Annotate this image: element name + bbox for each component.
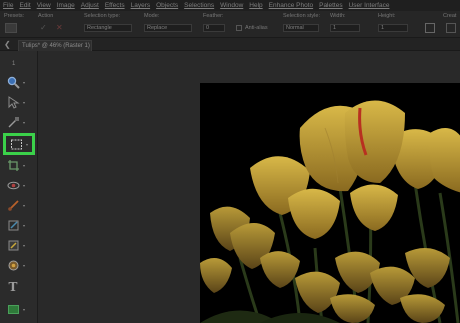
chevron-down-icon[interactable]: ▾	[23, 203, 25, 208]
chevron-down-icon[interactable]: ▾	[23, 223, 25, 228]
width-input[interactable]: 1	[330, 24, 360, 32]
tool-options-bar: Presets: Action ✓ ✕ Selection type: Rect…	[0, 11, 460, 38]
menu-bar: File Edit View Image Adjust Effects Laye…	[0, 0, 460, 11]
selection-style-label: Selection style:	[283, 13, 320, 19]
pick-tool[interactable]: ▾	[6, 94, 34, 110]
object-remover-tool[interactable]: ▾	[6, 237, 34, 253]
pick-icon	[6, 95, 20, 109]
menu-file[interactable]: File	[3, 2, 13, 9]
red-eye-tool[interactable]: ▾	[6, 177, 34, 193]
chevron-down-icon[interactable]: ▾	[23, 183, 25, 188]
zoom-icon	[6, 75, 20, 89]
toolbar-counter: 1	[12, 61, 16, 67]
tools-toolbar: 1 ▾ ▾ ▾ ▾ ▾ ▾ ▾ ▾ ▾ ▾ T ▾	[0, 51, 38, 323]
width-value: 1	[333, 25, 337, 31]
presets-label: Presets:	[4, 13, 25, 19]
dropper-tool[interactable]: ▾	[6, 114, 34, 130]
selection-icon	[9, 137, 23, 151]
menu-enhance-photo[interactable]: Enhance Photo	[269, 2, 313, 9]
text-icon: T	[8, 280, 18, 294]
menu-selections[interactable]: Selections	[184, 2, 214, 9]
selection-type-value: Rectangle	[87, 25, 112, 31]
apply-icon[interactable]: ✓	[40, 23, 47, 32]
tulips-photo-artwork	[200, 83, 460, 323]
selection-style-select[interactable]: Normal	[283, 24, 319, 32]
selection-type-select[interactable]: Rectangle	[84, 24, 132, 32]
menu-window[interactable]: Window	[220, 2, 243, 9]
selection-tool[interactable]: ▾	[3, 133, 35, 155]
dodge-icon	[6, 258, 20, 272]
chevron-down-icon[interactable]: ▾	[23, 263, 25, 268]
zoom-tool[interactable]: ▾	[6, 74, 34, 90]
menu-user-interface[interactable]: User Interface	[349, 2, 390, 9]
object-remover-icon	[6, 238, 20, 252]
menu-adjust[interactable]: Adjust	[81, 2, 99, 9]
height-input[interactable]: 1	[378, 24, 408, 32]
selection-type-label: Selection type:	[84, 13, 121, 19]
text-tool[interactable]: T	[6, 279, 34, 295]
dropper-icon	[6, 115, 20, 129]
feather-label: Feather:	[203, 13, 224, 19]
menu-layers[interactable]: Layers	[131, 2, 151, 9]
crop-icon	[6, 158, 20, 172]
presets-dropdown[interactable]	[5, 23, 17, 33]
height-label: Height:	[378, 13, 396, 19]
dodge-tool[interactable]: ▾	[6, 257, 34, 273]
menu-help[interactable]: Help	[249, 2, 262, 9]
chevron-down-icon[interactable]: ▾	[23, 163, 25, 168]
clone-brush-icon	[6, 218, 20, 232]
chevron-down-icon[interactable]: ▾	[23, 80, 25, 85]
tab-document-title: Tulips* @ 46% (Raster 1)	[22, 43, 90, 49]
antialias-label: Anti-alias	[245, 25, 268, 31]
create-icon[interactable]	[446, 23, 456, 33]
create-label: Creat	[443, 13, 457, 19]
paint-brush-tool[interactable]: ▾	[6, 197, 34, 213]
feather-value: 0	[206, 25, 210, 31]
tab-scroll-left-icon[interactable]: ❮	[4, 40, 11, 49]
clone-brush-tool[interactable]: ▾	[6, 217, 34, 233]
shape-tool[interactable]: ▾	[6, 301, 34, 317]
document-tab-bar: ❮ Tulips* @ 46% (Raster 1)	[0, 38, 460, 51]
height-value: 1	[381, 25, 385, 31]
menu-image[interactable]: Image	[57, 2, 75, 9]
menu-objects[interactable]: Objects	[156, 2, 178, 9]
shape-icon	[6, 302, 20, 316]
red-eye-icon	[6, 178, 20, 192]
mode-value: Replace	[147, 25, 168, 31]
menu-view[interactable]: View	[37, 2, 51, 9]
chevron-down-icon[interactable]: ▾	[23, 243, 25, 248]
chevron-down-icon[interactable]: ▾	[26, 142, 28, 147]
menu-effects[interactable]: Effects	[105, 2, 125, 9]
width-label: Width:	[330, 13, 346, 19]
selection-style-value: Normal	[286, 25, 304, 31]
chevron-down-icon[interactable]: ▾	[23, 307, 25, 312]
menu-palettes[interactable]: Palettes	[319, 2, 343, 9]
feather-input[interactable]: 0	[203, 24, 225, 32]
mode-select[interactable]: Replace	[144, 24, 192, 32]
selection-mode-icon[interactable]	[425, 23, 435, 33]
chevron-down-icon[interactable]: ▾	[23, 120, 25, 125]
mode-label: Mode:	[144, 13, 160, 19]
tab-document[interactable]: Tulips* @ 46% (Raster 1)	[18, 40, 92, 51]
paint-brush-icon	[6, 198, 20, 212]
crop-tool[interactable]: ▾	[6, 157, 34, 173]
chevron-down-icon[interactable]: ▾	[23, 100, 25, 105]
antialias-checkbox[interactable]	[236, 25, 242, 31]
action-label: Action	[38, 13, 54, 19]
cancel-icon[interactable]: ✕	[56, 23, 63, 32]
tulips-image[interactable]	[200, 83, 460, 323]
menu-edit[interactable]: Edit	[19, 2, 30, 9]
